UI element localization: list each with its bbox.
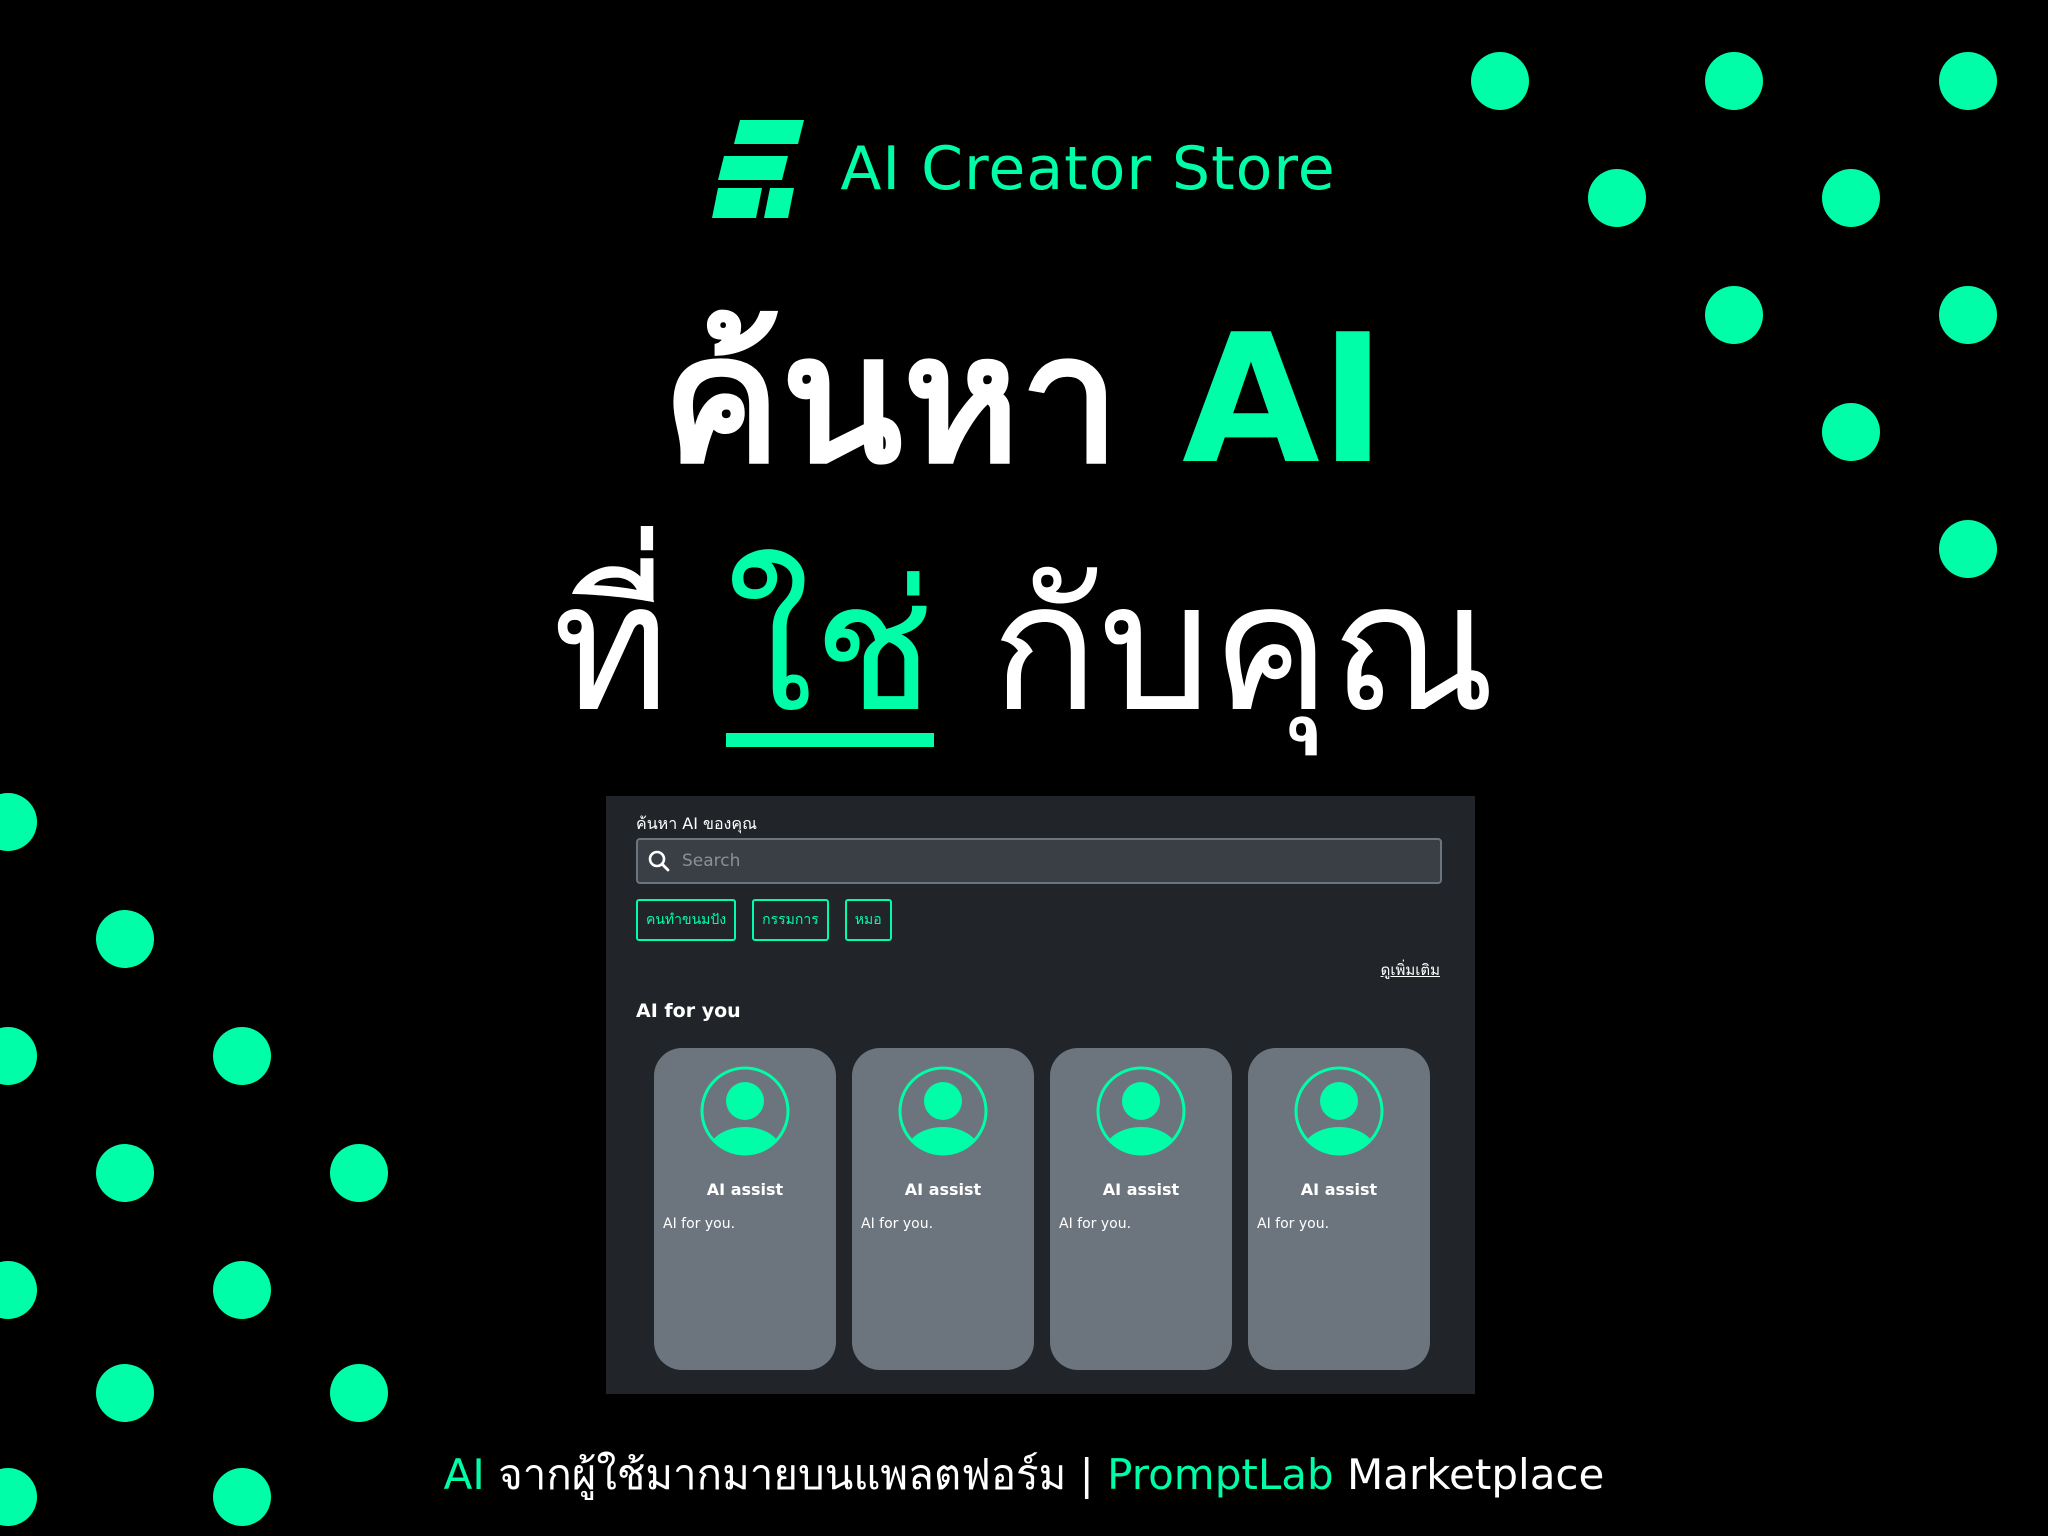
ai-card[interactable]: AI assist AI for you. xyxy=(1050,1048,1232,1370)
card-description: AI for you. xyxy=(663,1216,736,1232)
footer-accent: AI xyxy=(443,1450,485,1499)
card-title: AI assist xyxy=(1102,1180,1180,1199)
app-preview-panel: ค้นหา AI ของคุณ Search คนทำขนมปัง กรรมกา… xyxy=(606,796,1475,1394)
brand-name: AI Creator Store xyxy=(840,134,1336,204)
chip-baker[interactable]: คนทำขนมปัง xyxy=(636,899,737,941)
decorative-dot xyxy=(96,1364,154,1422)
category-chips: คนทำขนมปัง กรรมการ หมอ xyxy=(636,899,892,941)
headline-word: ค้นหา xyxy=(661,296,1121,503)
card-title: AI assist xyxy=(1300,1180,1378,1199)
brand-header: AI Creator Store xyxy=(0,120,2048,218)
avatar-icon xyxy=(1294,1066,1384,1156)
decorative-dot xyxy=(1471,52,1529,110)
see-more-link[interactable]: ดูเพิ่มเติม xyxy=(1381,958,1440,982)
headline-word: ที่ xyxy=(552,544,670,751)
decorative-dot xyxy=(96,1144,154,1202)
card-title: AI assist xyxy=(706,1180,784,1199)
ai-card[interactable]: AI assist AI for you. xyxy=(654,1048,836,1370)
card-description: AI for you. xyxy=(1257,1216,1330,1232)
decorative-dot xyxy=(0,1261,37,1319)
decorative-dot xyxy=(1705,52,1763,110)
ai-card[interactable]: AI assist AI for you. xyxy=(852,1048,1034,1370)
decorative-dot xyxy=(96,910,154,968)
avatar-icon xyxy=(1096,1066,1186,1156)
chip-committee[interactable]: กรรมการ xyxy=(752,899,829,941)
footer-text: จากผู้ใช้มากมายบนแพลตฟอร์ม | xyxy=(498,1450,1094,1499)
search-label: ค้นหา AI ของคุณ xyxy=(636,814,757,833)
chip-doctor[interactable]: หมอ xyxy=(844,899,892,941)
search-input[interactable]: Search xyxy=(636,838,1442,884)
decorative-dot xyxy=(330,1144,388,1202)
section-title: AI for you xyxy=(636,1000,741,1022)
ai-card-list: AI assist AI for you. AI assist AI for y… xyxy=(654,1048,1430,1370)
avatar-icon xyxy=(898,1066,988,1156)
headline-line-1: ค้นหา AI xyxy=(0,300,2048,500)
card-description: AI for you. xyxy=(861,1216,934,1232)
footer-tagline: AI จากผู้ใช้มากมายบนแพลตฟอร์ม | PromptLa… xyxy=(0,1442,2048,1508)
decorative-dot xyxy=(0,1027,37,1085)
footer-accent: PromptLab xyxy=(1107,1450,1334,1499)
footer-text: Marketplace xyxy=(1346,1450,1605,1499)
headline-word: กับคุณ xyxy=(990,544,1496,751)
search-placeholder: Search xyxy=(682,851,741,871)
headline-accent: AI xyxy=(1182,296,1387,503)
decorative-dot xyxy=(330,1364,388,1422)
card-title: AI assist xyxy=(904,1180,982,1199)
decorative-dot xyxy=(213,1027,271,1085)
card-description: AI for you. xyxy=(1059,1216,1132,1232)
headline-accent-underlined: ใช่ xyxy=(726,544,935,751)
ai-card[interactable]: AI assist AI for you. xyxy=(1248,1048,1430,1370)
decorative-dot xyxy=(213,1261,271,1319)
avatar-icon xyxy=(700,1066,790,1156)
brand-logo-icon xyxy=(712,120,805,218)
headline-line-2: ที่ ใช่ กับคุณ xyxy=(0,548,2048,748)
decorative-dot xyxy=(0,793,37,851)
search-icon xyxy=(648,850,670,872)
decorative-dot xyxy=(1939,52,1997,110)
